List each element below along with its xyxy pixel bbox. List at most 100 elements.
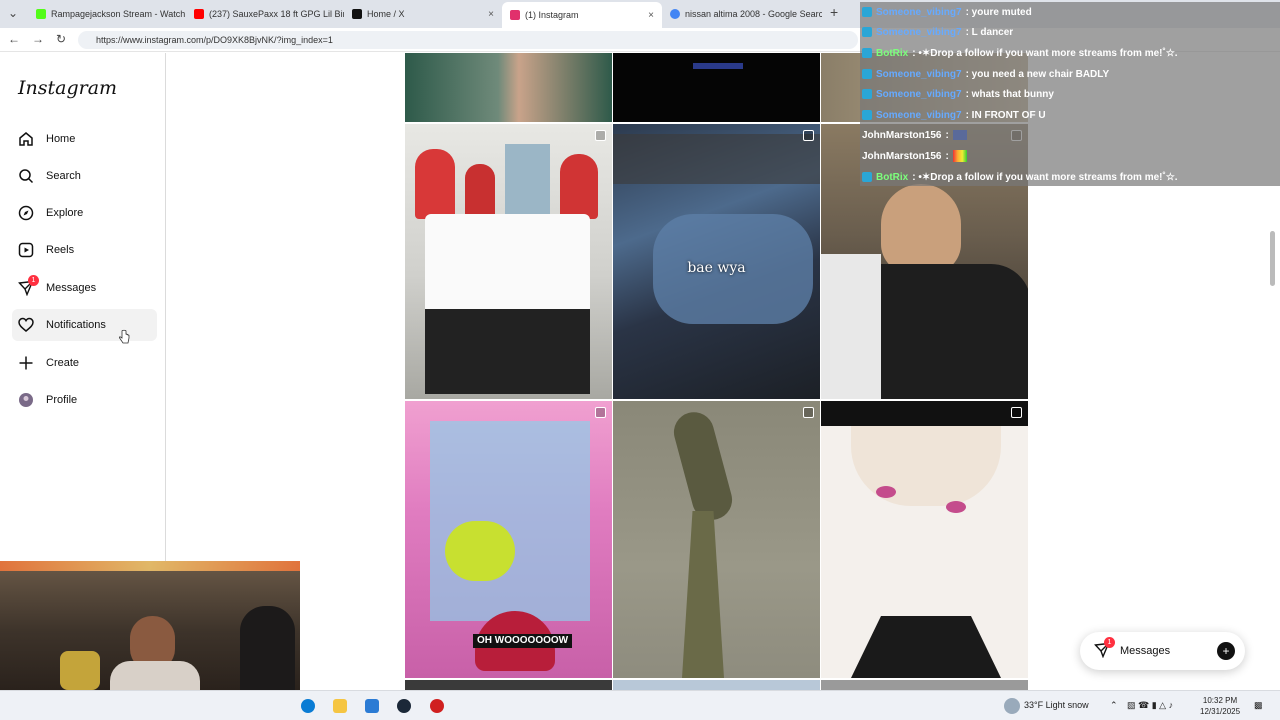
heart-icon (18, 317, 34, 333)
instagram-logo[interactable]: Instagram (18, 77, 117, 99)
scrollbar-thumb[interactable] (1270, 231, 1275, 286)
chat-text: : you need a new chair BADLY (965, 68, 1110, 80)
forward-arrow-icon[interactable]: → (32, 32, 44, 46)
chat-username: JohnMarston156 (862, 150, 942, 162)
tab-instagram[interactable]: (1) Instagram × (502, 2, 662, 28)
post-caption: bae wya (687, 260, 746, 276)
chat-username: Someone_vibing7 (876, 88, 962, 100)
chat-badge-icon (862, 110, 872, 120)
sidebar-item-label: Messages (46, 282, 97, 294)
chat-username: Someone_vibing7 (876, 26, 962, 38)
stream-chat-overlay: Someone_vibing7 : youre muted Someone_vi… (860, 2, 1280, 186)
back-arrow-icon[interactable]: ← (8, 32, 20, 46)
close-tab-icon[interactable]: × (488, 9, 494, 20)
reel-icon (803, 130, 814, 141)
post-face (881, 184, 961, 274)
chat-message: Someone_vibing7 : whats that bunny (862, 84, 1278, 104)
grid-post[interactable]: OH WOOOOOOOW (405, 401, 612, 678)
sidebar-item-messages[interactable]: 1 Messages (12, 272, 157, 304)
windows-taskbar: 33°F Light snow ⌃ ▧ ☎ ▮ △ ♪ 10:32 PM 12/… (0, 690, 1280, 720)
sidebar-item-label: Explore (46, 207, 84, 219)
close-tab-icon[interactable]: × (648, 10, 654, 21)
chat-username: Someone_vibing7 (876, 6, 962, 18)
reels-icon (18, 242, 34, 258)
tab-x[interactable]: Home / X × (344, 4, 502, 24)
sidebar-item-label: Home (46, 133, 76, 145)
sidebar-item-label: Search (46, 170, 81, 182)
tab-kick[interactable]: Rampagejackson Stream - Watch × (28, 4, 186, 24)
sidebar-item-reels[interactable]: Reels (12, 234, 157, 266)
tab-google[interactable]: nissan altima 2008 - Google Search × (662, 4, 822, 24)
bars-emote-icon (952, 150, 967, 162)
led-strip (0, 561, 300, 571)
weather-text[interactable]: 33°F Light snow (1024, 700, 1089, 710)
grid-post[interactable] (405, 53, 612, 122)
chat-badge-icon (862, 7, 872, 17)
chat-message: JohnMarston156 : (862, 125, 1278, 145)
search-icon (18, 168, 34, 184)
grid-post[interactable] (613, 53, 820, 122)
new-tab-plus-icon[interactable]: + (830, 4, 838, 20)
chat-message: Someone_vibing7 : L dancer (862, 22, 1278, 42)
instagram-favicon-icon (510, 10, 520, 20)
tray-chevron-icon[interactable]: ⌃ (1110, 700, 1118, 711)
post-plushies (445, 521, 515, 581)
tab-youtube[interactable]: (237) SauxePaxx 18 ft GPG Lil Binn × (186, 4, 344, 24)
notification-center-icon[interactable]: ▩ (1254, 700, 1263, 711)
app-icon[interactable] (365, 699, 379, 713)
grid-post[interactable] (405, 680, 612, 690)
chat-message: Someone_vibing7 : youre muted (862, 2, 1278, 22)
person-hoodie (240, 606, 295, 690)
plush-toy (60, 651, 100, 690)
sidebar-item-profile[interactable]: Profile (12, 384, 157, 416)
post-eye (946, 501, 966, 513)
steam-icon[interactable] (397, 699, 411, 713)
sidebar-item-search[interactable]: Search (12, 160, 157, 192)
tab-list-chevron-icon[interactable]: ⌄ (8, 6, 18, 20)
grid-post[interactable]: bae wya (613, 124, 820, 399)
clock-date: 12/31/2025 (1200, 707, 1241, 716)
url-text: https://www.instagram.com/p/DO9XK8BjvNK/… (96, 35, 333, 45)
chat-text: : youre muted (965, 6, 1032, 18)
chat-username: JohnMarston156 (862, 129, 942, 141)
kick-favicon-icon (36, 9, 46, 19)
grid-post[interactable] (405, 124, 612, 399)
x-favicon-icon (352, 9, 362, 19)
carousel-icon (803, 407, 814, 418)
google-favicon-icon (670, 9, 680, 19)
messages-floating-button[interactable]: 1 Messages + (1080, 632, 1245, 670)
sidebar-item-explore[interactable]: Explore (12, 197, 157, 229)
chat-text: : (945, 129, 949, 141)
post-ceiling (613, 134, 820, 184)
hand-cursor-icon (119, 329, 130, 344)
sidebar-item-notifications[interactable]: Notifications (12, 309, 157, 341)
compass-icon (18, 205, 34, 221)
chat-username: BotRix (876, 171, 909, 183)
chat-username: Someone_vibing7 (876, 68, 962, 80)
edge-browser-icon[interactable] (301, 699, 315, 713)
tab-title: nissan altima 2008 - Google Search (685, 9, 822, 19)
app-icon[interactable] (430, 699, 444, 713)
reload-icon[interactable]: ↻ (56, 32, 66, 46)
chat-message: BotRix : •✶Drop a follow if you want mor… (862, 167, 1278, 187)
file-explorer-icon[interactable] (333, 699, 347, 713)
sidebar-item-home[interactable]: Home (12, 123, 157, 155)
chat-message: Someone_vibing7 : you need a new chair B… (862, 64, 1278, 84)
clock[interactable]: 10:32 PM 12/31/2025 (1200, 695, 1240, 717)
post-statue (682, 511, 724, 678)
post-eye (876, 486, 896, 498)
messages-badge: 1 (28, 275, 39, 286)
youtube-favicon-icon (194, 9, 204, 19)
page-scrollbar[interactable] (1268, 53, 1278, 690)
grid-post[interactable] (821, 401, 1028, 678)
tab-title: Home / X (367, 9, 405, 19)
messenger-icon: 1 (18, 275, 39, 296)
grid-post[interactable] (821, 680, 1028, 690)
url-field[interactable]: https://www.instagram.com/p/DO9XK8BjvNK/… (78, 31, 858, 49)
messenger-icon: 1 (1094, 636, 1115, 661)
grid-post[interactable] (613, 401, 820, 678)
sidebar-item-label: Reels (46, 244, 75, 256)
sidebar-item-create[interactable]: Create (12, 347, 157, 379)
tray-icons[interactable]: ▧ ☎ ▮ △ ♪ (1127, 700, 1173, 711)
grid-post[interactable] (613, 680, 820, 690)
